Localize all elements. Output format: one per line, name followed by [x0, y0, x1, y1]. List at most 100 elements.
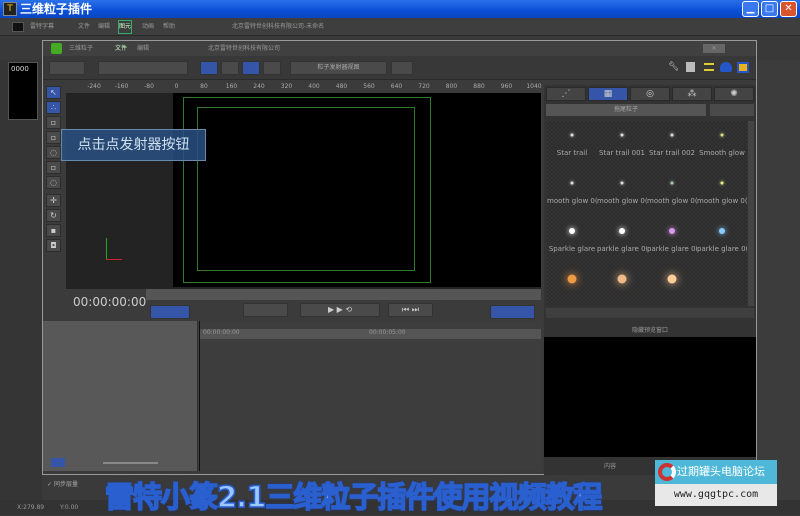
- sphere-icon[interactable]: [720, 62, 732, 72]
- viewport[interactable]: [66, 93, 541, 289]
- preset-item[interactable]: [597, 265, 647, 306]
- plugin-menu-edit[interactable]: 编辑: [137, 41, 149, 56]
- view-mode-buttons[interactable]: [150, 305, 190, 319]
- zoom-slider[interactable]: [103, 462, 158, 464]
- preset-item[interactable]: parkle glare 0(: [697, 217, 747, 265]
- preset-item[interactable]: [697, 265, 747, 306]
- particle-preview-icon: [720, 181, 724, 185]
- preset-item[interactable]: mooth glow 0(: [597, 169, 647, 217]
- preset-action-buttons[interactable]: [710, 104, 754, 116]
- preset-item[interactable]: Star trail 001: [597, 121, 647, 169]
- step-buttons[interactable]: [243, 303, 288, 317]
- layer-list[interactable]: [43, 321, 198, 471]
- view-frame-button[interactable]: [242, 61, 260, 75]
- host-menu-item[interactable]: 雷特字幕: [30, 18, 54, 36]
- plugin-title: 三维粒子: [69, 45, 94, 52]
- tab-particles[interactable]: 粒子⋰: [546, 87, 586, 101]
- view-corner-button[interactable]: [200, 61, 218, 75]
- undo-redo-buttons[interactable]: [49, 61, 85, 75]
- safe-area-inner: [197, 107, 415, 271]
- render-icon[interactable]: [737, 62, 749, 73]
- rotate-tool-icon[interactable]: ↻: [46, 209, 61, 222]
- preview-window: [544, 337, 756, 457]
- view-cross-button[interactable]: [263, 61, 281, 75]
- point-emitter-button[interactable]: ∴: [46, 101, 61, 114]
- emitter-tool-icon[interactable]: ▫: [46, 131, 61, 144]
- view-select[interactable]: 粒子发射器视图: [290, 61, 387, 75]
- preset-item[interactable]: mooth glow 0(: [647, 169, 697, 217]
- hide-preview-button[interactable]: 隐藏预览窗口: [544, 325, 756, 334]
- minimize-button[interactable]: ▁: [742, 1, 759, 17]
- preset-scrollbar[interactable]: [748, 121, 754, 306]
- maximize-button[interactable]: □: [761, 1, 778, 17]
- tooltip: 点击点发射器按钮: [61, 129, 206, 161]
- camera-tool-icon[interactable]: ◘: [46, 239, 61, 252]
- emitter-tool-icon[interactable]: ▫: [46, 161, 61, 174]
- host-menu-element[interactable]: 图元: [118, 20, 133, 34]
- home-icon[interactable]: [686, 62, 695, 72]
- x-coordinate: X:279.89: [17, 504, 45, 511]
- display-buttons[interactable]: [490, 305, 535, 319]
- preset-category-select[interactable]: 拖尾粒子: [546, 104, 706, 116]
- preset-item[interactable]: [547, 265, 597, 306]
- host-menu-edit[interactable]: 编辑: [98, 18, 110, 36]
- timeline-track-area[interactable]: 00:00:00:00 00:00:05:00: [199, 321, 541, 471]
- particle-preview-icon: [620, 181, 624, 185]
- particle-preview-icon: [667, 274, 677, 284]
- ruler-tick: 1040: [526, 83, 542, 90]
- close-button[interactable]: ✕: [780, 1, 797, 17]
- preset-item[interactable]: Smooth glow: [697, 121, 747, 169]
- preset-label: mooth glow 0(: [597, 197, 647, 205]
- ruler-tick: 80: [200, 83, 208, 90]
- view-grid-button[interactable]: [221, 61, 239, 75]
- ruler-tick: 400: [308, 83, 320, 90]
- plugin-menu-file[interactable]: 文件: [115, 41, 127, 56]
- preset-item[interactable]: Sparkle glare: [547, 217, 597, 265]
- preset-item[interactable]: Star trail: [547, 121, 597, 169]
- app-icon: T: [3, 2, 17, 16]
- layer-buttons[interactable]: [51, 458, 65, 467]
- host-menu-animation[interactable]: 动画: [142, 18, 154, 36]
- preset-label: Sparkle glare: [548, 245, 596, 253]
- preset-item[interactable]: mooth glow 0(: [697, 169, 747, 217]
- emitter-tool-icon[interactable]: ▫: [46, 116, 61, 129]
- preset-item[interactable]: Star trail 002: [647, 121, 697, 169]
- time-scrubber[interactable]: [146, 289, 541, 300]
- host-menu-file[interactable]: 文件: [78, 18, 90, 36]
- x-axis-gizmo: [106, 259, 122, 260]
- preset-label: mooth glow 0(: [697, 197, 747, 205]
- render-canvas: [173, 93, 541, 287]
- playhead[interactable]: [199, 321, 200, 471]
- plugin-close-button[interactable]: ✕: [703, 44, 725, 53]
- tab-forces[interactable]: 力场⁂: [672, 87, 712, 101]
- tab-lights[interactable]: 灯光✺: [714, 87, 754, 101]
- tab-presets[interactable]: 预设▦: [588, 87, 628, 101]
- settings-icon[interactable]: [704, 63, 714, 71]
- seek-buttons[interactable]: ⏮ ⏭: [388, 303, 433, 317]
- emitter-tool-icon[interactable]: ◌: [46, 176, 61, 189]
- move-tool-icon[interactable]: ✛: [46, 194, 61, 207]
- particle-preview-icon: [569, 228, 575, 234]
- particle-preview-icon: [669, 228, 675, 234]
- scale-tool-icon[interactable]: ▪: [46, 224, 61, 237]
- particle-preview-icon: [570, 181, 574, 185]
- plugin-logo-icon: [51, 43, 62, 54]
- host-menu-help[interactable]: 帮助: [163, 18, 175, 36]
- preset-item[interactable]: parkle glare 0(: [597, 217, 647, 265]
- file-buttons[interactable]: [98, 61, 188, 75]
- emitter-tool-icon[interactable]: ◌: [46, 146, 61, 159]
- preset-item[interactable]: parkle glare 0(: [647, 217, 697, 265]
- preset-grid: Star trail Star trail 001 Star trail 002 Sm…: [547, 121, 747, 306]
- tab-emitter[interactable]: 发射◎: [630, 87, 670, 101]
- wrench-icon[interactable]: 🔧︎: [668, 62, 679, 72]
- plugin-company: 北京雷特世创科技有限公司: [208, 45, 281, 52]
- color-swatch[interactable]: [391, 61, 413, 75]
- play-button[interactable]: ▶ ▶ ⟲: [300, 303, 380, 317]
- select-tool-icon[interactable]: ↖: [46, 86, 61, 99]
- preset-item[interactable]: [647, 265, 697, 306]
- watermark-name: 过期罐头电脑论坛: [677, 465, 765, 478]
- sync-checkbox[interactable]: ✓ 同步层量: [47, 479, 78, 488]
- preset-bottom-toolbar[interactable]: [546, 308, 754, 318]
- clip-thumbnail[interactable]: 0000: [8, 62, 38, 120]
- preset-item[interactable]: mooth glow 0(: [547, 169, 597, 217]
